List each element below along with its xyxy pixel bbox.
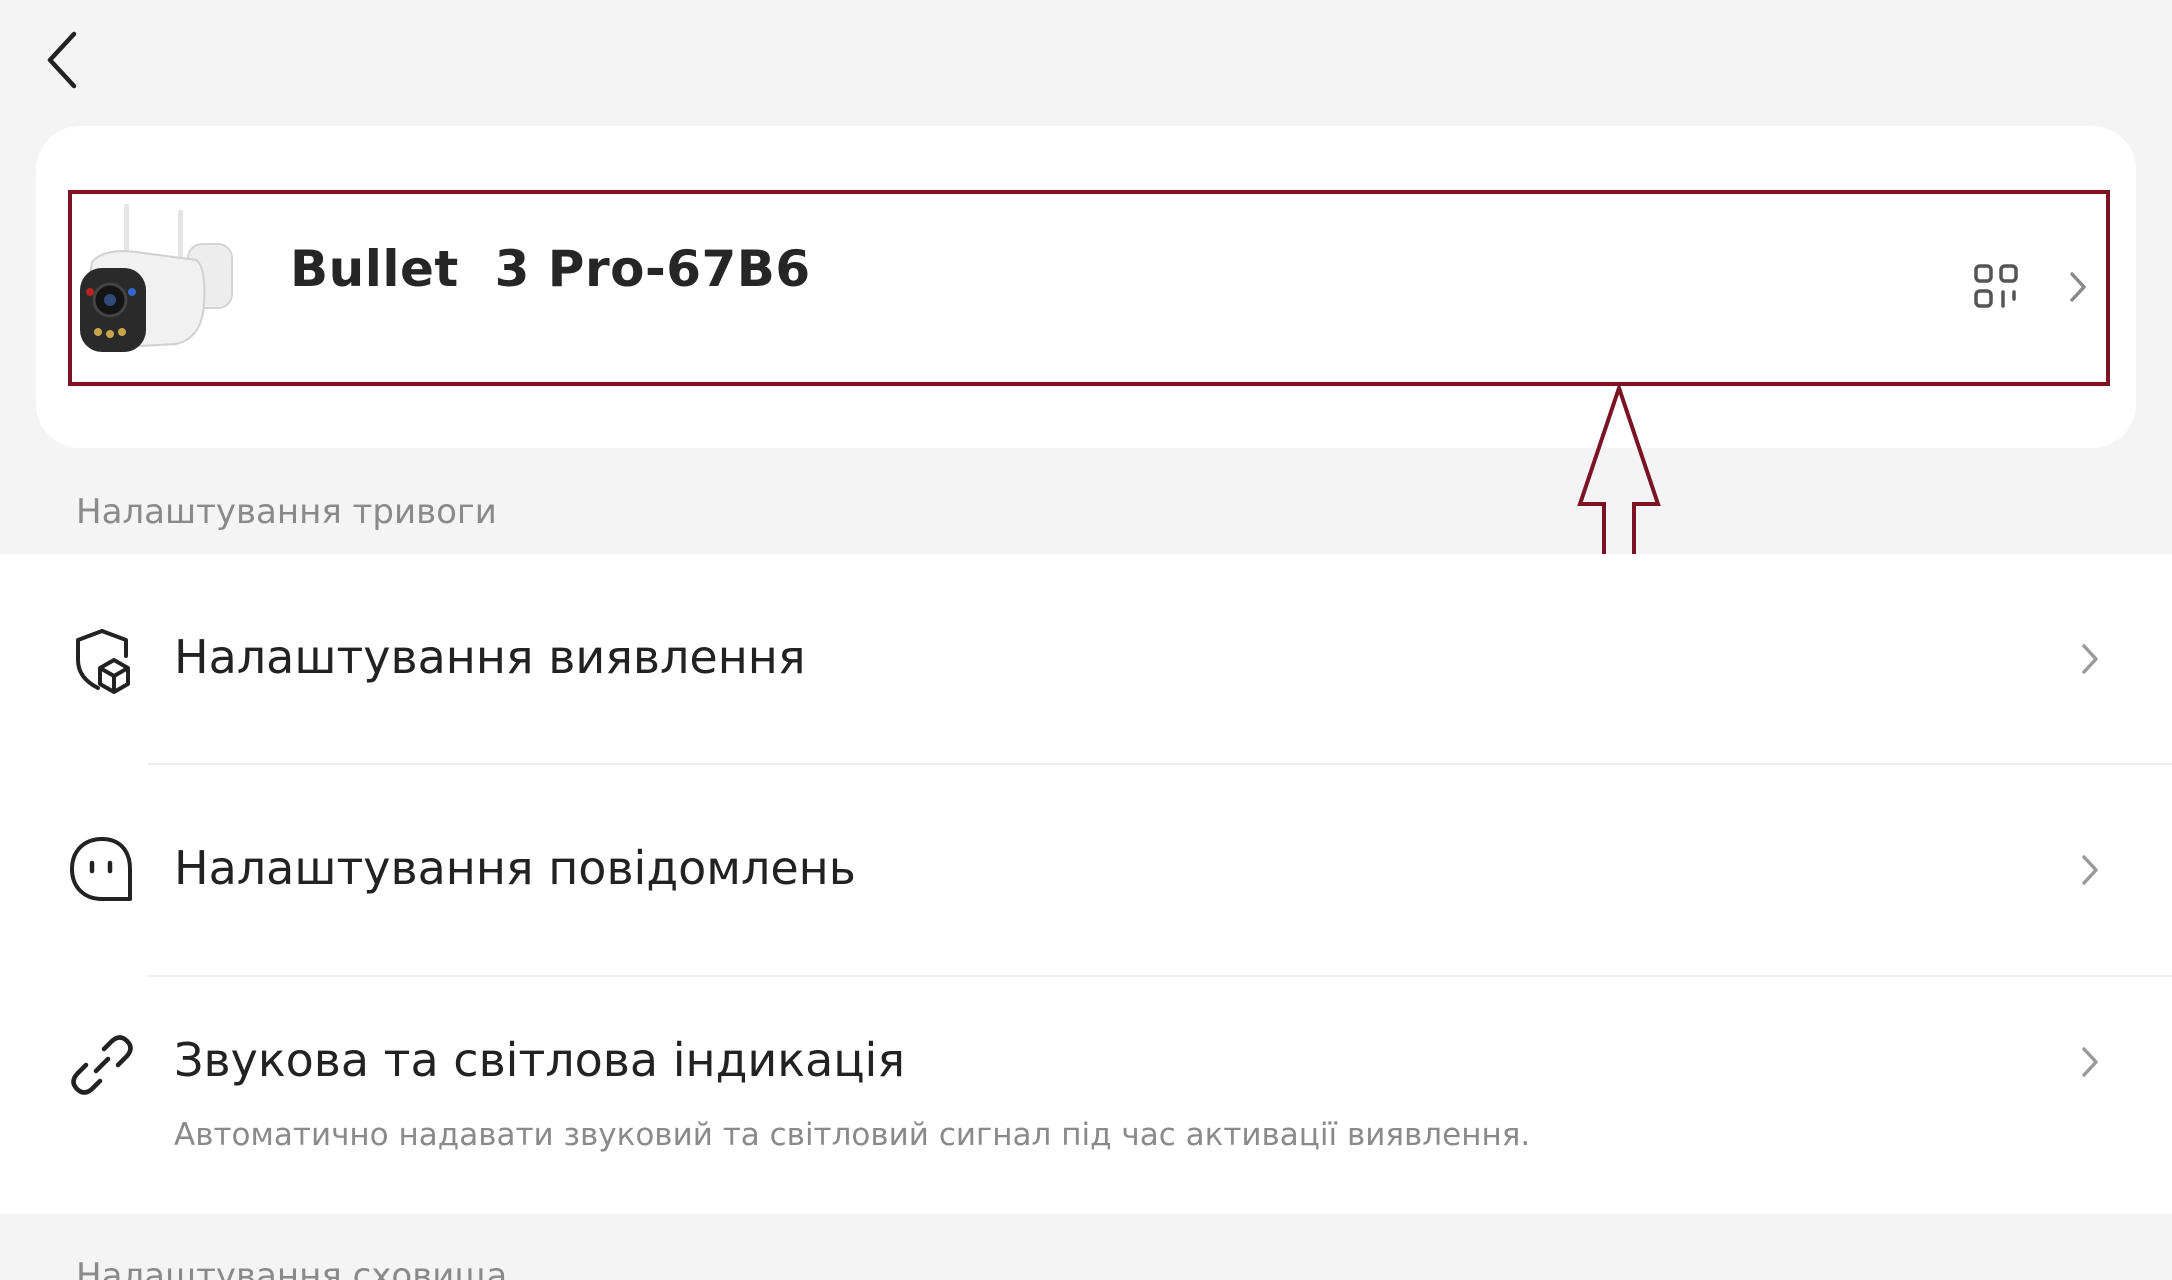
annotation-highlight-box bbox=[68, 190, 2110, 386]
notification-settings-label: Налаштування повідомлень bbox=[174, 841, 856, 895]
alarm-settings-list: Налаштування виявлення Налаштування пові… bbox=[0, 554, 2172, 1214]
device-settings-page: Bullet 3 Pro-67B6 Налаштування тривоги Н… bbox=[0, 0, 2172, 1280]
notification-settings-item[interactable]: Налаштування повідомлень bbox=[0, 765, 2172, 975]
alarm-section-title: Налаштування тривоги bbox=[76, 492, 497, 532]
sound-light-indication-item[interactable]: Звукова та світлова індикація Автоматичн… bbox=[0, 977, 2172, 1214]
chevron-right-icon bbox=[2082, 855, 2098, 885]
chat-face-icon bbox=[70, 837, 132, 901]
shield-box-icon bbox=[76, 629, 130, 694]
sound-light-indication-label: Звукова та світлова індикація bbox=[174, 1033, 906, 1087]
chevron-right-icon bbox=[2082, 644, 2098, 674]
chevron-right-icon bbox=[2082, 1047, 2098, 1077]
detection-settings-label: Налаштування виявлення bbox=[174, 630, 806, 684]
storage-section-title: Налаштування сховища bbox=[76, 1256, 508, 1280]
chevron-left-icon bbox=[47, 31, 77, 89]
back-button[interactable] bbox=[40, 28, 84, 92]
sound-light-indication-description: Автоматично надавати звуковий та світлов… bbox=[174, 1117, 1531, 1153]
detection-settings-item[interactable]: Налаштування виявлення bbox=[0, 554, 2172, 764]
link-icon bbox=[71, 1035, 133, 1095]
